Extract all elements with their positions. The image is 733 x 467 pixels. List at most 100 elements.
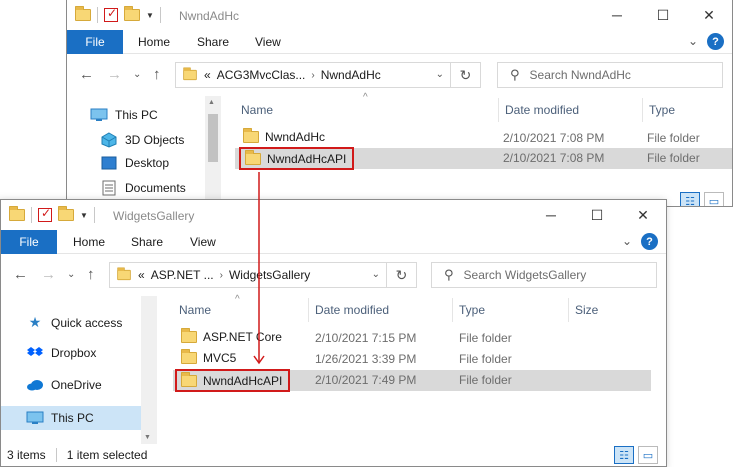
breadcrumb-parent[interactable]: ASP.NET ... [151, 268, 214, 282]
column-header-type[interactable]: Type [453, 298, 569, 322]
nav-pane-scrollbar[interactable]: ▼ [141, 296, 157, 444]
chevron-down-icon[interactable]: ⌄ [688, 34, 698, 48]
file-name-cell: NwndAdHc [243, 128, 325, 144]
chevron-down-icon[interactable]: ⌄ [622, 234, 632, 248]
maximize-button[interactable]: ☐ [640, 0, 686, 30]
nav-label: Documents [125, 181, 186, 195]
folder-icon [75, 6, 91, 21]
view-switcher: ☷ ▭ [680, 192, 724, 206]
tab-home[interactable]: Home [73, 235, 105, 249]
large-icons-view-icon[interactable]: ▭ [704, 192, 724, 206]
scrollbar-thumb[interactable] [208, 114, 218, 162]
large-icons-view-icon[interactable]: ▭ [638, 446, 658, 464]
customize-toolbar-icon[interactable]: ▼ [80, 211, 88, 220]
back-arrow-icon[interactable]: ← [13, 266, 28, 283]
new-folder-icon[interactable] [58, 206, 74, 221]
tab-share[interactable]: Share [197, 35, 229, 49]
file-list: ^ Name Date modified Type Size ASP.NET C… [157, 294, 666, 444]
minimize-button[interactable]: ─ [528, 200, 574, 230]
properties-check-icon[interactable] [38, 206, 52, 222]
file-list: ^ Name Date modified Type NwndAdHc 2/10/… [221, 92, 732, 206]
divider [93, 207, 95, 223]
address-bar[interactable]: « ACG3MvcClas... › NwndAdHc ⌄ ↻ [175, 62, 481, 88]
address-dropdown-icon[interactable]: ⌄ [436, 69, 444, 80]
tab-view[interactable]: View [255, 35, 281, 49]
up-arrow-icon[interactable]: ↑ [153, 66, 161, 83]
search-input[interactable]: ⚲ Search NwndAdHc [497, 62, 723, 88]
column-header-type[interactable]: Type [643, 98, 732, 122]
nav-label: This PC [51, 411, 94, 425]
maximize-button[interactable]: ☐ [574, 200, 620, 230]
help-icon[interactable]: ? [641, 233, 658, 250]
nav-item-3d-objects[interactable]: 3D Objects [99, 132, 184, 148]
type-cell: File folder [647, 131, 700, 145]
minimize-button[interactable]: ─ [594, 0, 640, 30]
address-dropdown-icon[interactable]: ⌄ [372, 269, 380, 280]
monitor-icon [89, 108, 109, 122]
close-button[interactable]: ✕ [620, 200, 666, 230]
folder-icon [9, 206, 25, 221]
file-name: NwndAdHcAPI [267, 151, 347, 166]
up-arrow-icon[interactable]: ↑ [87, 266, 95, 283]
column-header-name[interactable]: Name [235, 98, 499, 122]
breadcrumb-current[interactable]: NwndAdHc [321, 68, 381, 82]
scroll-up-icon[interactable]: ▲ [208, 99, 215, 106]
recent-locations-chevron-icon[interactable]: ⌄ [67, 269, 75, 280]
breadcrumb-parent[interactable]: ACG3MvcClas... [217, 68, 306, 82]
table-row[interactable]: ASP.NET Core 2/10/2021 7:15 PM File fold… [173, 328, 651, 349]
nav-item-quick-access[interactable]: ★ Quick access [25, 314, 123, 331]
title-bar: ▼ NwndAdHc ─ ☐ ✕ [67, 0, 732, 32]
breadcrumb-separator[interactable]: › [220, 270, 223, 281]
table-row-selected[interactable]: NwndAdHcAPI 2/10/2021 7:08 PM File folde… [235, 147, 732, 170]
nav-item-this-pc[interactable]: This PC [1, 406, 141, 430]
table-row[interactable]: NwndAdHc 2/10/2021 7:08 PM File folder [235, 128, 732, 149]
recent-locations-chevron-icon[interactable]: ⌄ [133, 69, 141, 80]
tab-view[interactable]: View [190, 235, 216, 249]
nav-item-desktop[interactable]: Desktop [99, 156, 169, 170]
file-tab[interactable]: File [67, 30, 123, 54]
close-button[interactable]: ✕ [686, 0, 732, 30]
nav-label: OneDrive [51, 378, 102, 392]
customize-toolbar-icon[interactable]: ▼ [146, 11, 154, 20]
quick-access-toolbar: ▼ [75, 6, 161, 23]
address-overflow[interactable]: « [138, 268, 145, 282]
column-header-size[interactable]: Size [569, 298, 649, 322]
properties-check-icon[interactable] [104, 6, 118, 22]
file-tab[interactable]: File [1, 230, 57, 254]
search-input[interactable]: ⚲ Search WidgetsGallery [431, 262, 657, 288]
nav-item-documents[interactable]: Documents [99, 180, 186, 196]
forward-arrow-icon[interactable]: → [41, 266, 56, 283]
nav-item-onedrive[interactable]: OneDrive [25, 378, 102, 392]
tab-share[interactable]: Share [131, 235, 163, 249]
item-count: 3 items [7, 448, 46, 462]
quick-access-toolbar: ▼ [9, 206, 95, 223]
table-row-selected[interactable]: NwndAdHcAPI 2/10/2021 7:49 PM File folde… [173, 369, 651, 392]
nav-item-dropbox[interactable]: Dropbox [25, 346, 96, 360]
table-row[interactable]: MVC5 1/26/2021 3:39 PM File folder [173, 349, 651, 370]
column-header-date-modified[interactable]: Date modified [309, 298, 453, 322]
address-bar[interactable]: « ASP.NET ... › WidgetsGallery ⌄ ↻ [109, 262, 417, 288]
new-folder-icon[interactable] [124, 6, 140, 21]
scroll-down-icon[interactable]: ▼ [144, 434, 151, 441]
breadcrumb-separator[interactable]: › [311, 70, 314, 81]
breadcrumb-current[interactable]: WidgetsGallery [229, 268, 310, 282]
column-header-name[interactable]: Name [173, 298, 309, 322]
view-switcher: ☷ ▭ [614, 446, 658, 464]
tab-home[interactable]: Home [138, 35, 170, 49]
help-icon[interactable]: ? [707, 33, 724, 50]
date-modified-cell: 2/10/2021 7:49 PM [315, 373, 417, 387]
cloud-icon [25, 379, 45, 391]
refresh-icon[interactable]: ↻ [386, 263, 416, 287]
nav-item-this-pc[interactable]: This PC [89, 108, 158, 122]
back-arrow-icon[interactable]: ← [79, 66, 94, 83]
details-view-icon[interactable]: ☷ [614, 446, 634, 464]
details-view-icon[interactable]: ☷ [680, 192, 700, 206]
nav-pane-scrollbar[interactable]: ▲ [205, 96, 221, 206]
nav-label: This PC [115, 108, 158, 122]
address-overflow[interactable]: « [204, 68, 211, 82]
refresh-icon[interactable]: ↻ [450, 63, 480, 87]
forward-arrow-icon[interactable]: → [107, 66, 122, 83]
file-name: ASP.NET Core [203, 330, 282, 344]
column-header-date-modified[interactable]: Date modified [499, 98, 643, 122]
divider [97, 7, 98, 23]
